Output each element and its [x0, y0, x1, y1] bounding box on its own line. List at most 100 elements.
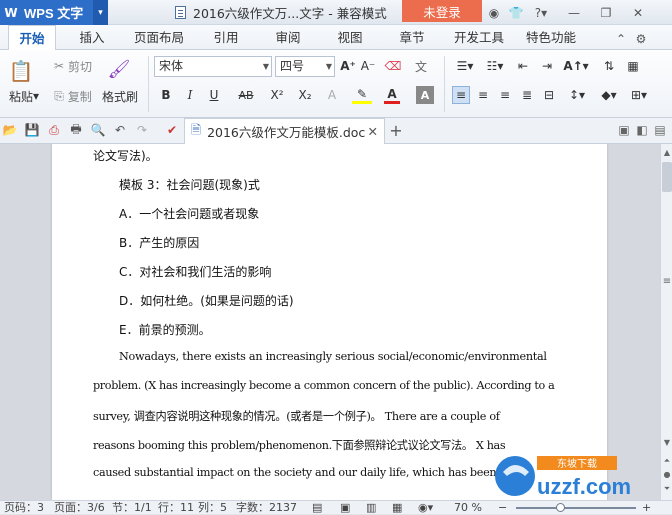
paste-button[interactable]: 粘贴 ▾	[4, 88, 44, 104]
login-button[interactable]: 未登录	[402, 0, 482, 22]
align-center-icon[interactable]: ≡	[474, 86, 492, 104]
ribbon: 📋 粘贴 ▾ ✂ 剪切 ⎘ 复制 🖌 格式刷 宋体 ▼ 四号 ▼ A⁺ A⁻ ⌫ 文 …	[0, 50, 672, 118]
undo-icon[interactable]: ↶	[112, 122, 128, 138]
document-tab[interactable]: 🗎 2016六级作文万能模板.doc ✕	[184, 118, 385, 144]
shirt-icon[interactable]: 👕	[508, 3, 524, 22]
close-tab-icon[interactable]: ✕	[368, 124, 378, 139]
tab-page-layout[interactable]: 页面布局	[128, 25, 190, 50]
justify-icon[interactable]: ≣	[518, 86, 536, 104]
tab-features[interactable]: 特色功能	[520, 25, 582, 50]
vertical-scrollbar[interactable]: ▲ ≡ ▼ ⏶ ● ⏷	[660, 144, 672, 500]
sort-icon[interactable]: ⇅	[600, 57, 618, 75]
doc-line: 模板 3：社会问题(现象)式	[119, 178, 260, 192]
settings-icon[interactable]: ⚙	[634, 29, 648, 48]
backup-icon[interactable]: ◧	[634, 122, 650, 138]
zoom-slider[interactable]	[516, 507, 636, 509]
status-words[interactable]: 字数：2137	[236, 501, 297, 515]
chevron-down-icon[interactable]: ▾	[93, 0, 108, 25]
align-left-icon[interactable]: ≡	[452, 86, 470, 104]
zoom-slider-thumb[interactable]	[556, 503, 565, 512]
shrink-font-icon[interactable]: A⁻	[360, 57, 376, 75]
highlight-icon[interactable]: ✎	[352, 86, 372, 104]
text-direction-icon[interactable]: A↑▾	[562, 57, 590, 75]
outline-view-icon[interactable]: ▥	[366, 501, 376, 515]
pinyin-icon[interactable]: 文	[410, 57, 432, 75]
tab-review[interactable]: 审阅	[264, 25, 312, 50]
export-pdf-icon[interactable]: ⎙	[46, 122, 62, 138]
page-view-icon[interactable]: ▣	[340, 501, 350, 515]
tab-references[interactable]: 引用	[202, 25, 250, 50]
scroll-thumb[interactable]	[662, 162, 672, 192]
scroll-down-icon[interactable]: ▼	[662, 438, 672, 447]
font-color-icon[interactable]: A	[384, 86, 400, 104]
restore-icon[interactable]: ❐	[598, 3, 614, 22]
char-shading-icon[interactable]: A	[416, 86, 434, 104]
grow-font-icon[interactable]: A⁺	[340, 57, 356, 75]
print-preview-icon[interactable]: 🔍	[90, 122, 106, 138]
copy-button[interactable]: ⎘ 复制	[48, 88, 98, 104]
doc-line: A．一个社会问题或者现象	[119, 207, 260, 221]
window-mode-icon[interactable]: ▣	[616, 122, 632, 138]
help-icon[interactable]: ?▾	[530, 3, 552, 22]
clipboard-icon[interactable]: 📋	[6, 56, 36, 86]
tab-insert[interactable]: 插入	[68, 25, 116, 50]
scroll-up-icon[interactable]: ▲	[662, 148, 672, 157]
minimize-icon[interactable]: —	[566, 3, 582, 22]
skin-icon[interactable]: ◉	[486, 3, 502, 22]
tab-home[interactable]: 开始	[8, 25, 56, 51]
doc-line: C．对社会和我们生活的影响	[119, 265, 272, 279]
font-size-select[interactable]: 四号 ▼	[275, 56, 335, 77]
font-name-select[interactable]: 宋体 ▼	[154, 56, 272, 77]
align-right-icon[interactable]: ≡	[496, 86, 514, 104]
print-icon[interactable]: 🖶	[68, 122, 84, 138]
new-tab-icon[interactable]: +	[388, 121, 404, 140]
superscript-button[interactable]: X²	[266, 86, 288, 104]
shading-icon[interactable]: ◆▾	[596, 86, 622, 104]
bold-button[interactable]: B	[158, 86, 174, 104]
document-page[interactable]: 论文写法)。 模板 3：社会问题(现象)式 A．一个社会问题或者现象 B．产生的…	[52, 144, 607, 500]
subscript-button[interactable]: X₂	[294, 86, 316, 104]
tab-developer[interactable]: 开发工具	[448, 25, 510, 50]
scroll-marker-icon[interactable]: ≡	[662, 276, 672, 287]
spellcheck-icon[interactable]: ▤	[312, 501, 322, 515]
open-folder-icon[interactable]: 📂	[2, 122, 18, 138]
italic-button[interactable]: I	[182, 86, 198, 104]
eye-protect-icon[interactable]: ◉▾	[418, 501, 433, 515]
strikethrough-button[interactable]: AB	[234, 86, 258, 104]
doc-line: B．产生的原因	[119, 236, 200, 250]
format-painter-button[interactable]: 格式刷	[98, 88, 142, 104]
status-page-num: 页码：3	[4, 501, 44, 514]
font-name-value: 宋体	[159, 59, 184, 73]
borders-icon[interactable]: ⊞▾	[626, 86, 652, 104]
app-menu-button[interactable]: W WPS 文字 ▾	[0, 0, 108, 25]
line-spacing-icon[interactable]: ↕▾	[564, 86, 590, 104]
tab-section[interactable]: 章节	[388, 25, 436, 50]
distribute-icon[interactable]: ⊟	[540, 86, 558, 104]
wps-logo-icon: W	[4, 5, 18, 20]
cut-button[interactable]: ✂ 剪切	[48, 58, 98, 74]
tab-view[interactable]: 视图	[326, 25, 374, 50]
zoom-in-icon[interactable]: +	[642, 501, 651, 515]
bullet-list-icon[interactable]: ☰▾	[452, 57, 478, 75]
decrease-indent-icon[interactable]: ⇤	[514, 57, 532, 75]
app-name: WPS 文字	[24, 6, 84, 21]
underline-button[interactable]: U	[206, 86, 222, 104]
save-icon[interactable]: 💾	[24, 122, 40, 138]
close-icon[interactable]: ✕	[630, 3, 646, 22]
collapse-ribbon-icon[interactable]: ⌃	[614, 29, 628, 48]
increase-indent-icon[interactable]: ⇥	[538, 57, 556, 75]
window-title: 2016六级作文万...文字 - 兼容模式	[175, 0, 387, 25]
table-icon[interactable]: ▦	[624, 57, 642, 75]
pin-icon[interactable]: ✔	[164, 122, 180, 138]
clear-format-icon[interactable]: ⌫	[384, 57, 402, 75]
redo-icon[interactable]: ↷	[134, 122, 150, 138]
web-view-icon[interactable]: ▦	[392, 501, 402, 515]
numbered-list-icon[interactable]: ☷▾	[482, 57, 508, 75]
sidebar-toggle-icon[interactable]: ▤	[652, 122, 668, 138]
doc-line: reasons booming this problem/phenomenon.…	[93, 439, 506, 452]
text-effect-icon[interactable]: A	[324, 86, 340, 104]
format-painter-icon[interactable]: 🖌	[104, 56, 134, 82]
zoom-level[interactable]: 70 %	[454, 501, 482, 515]
zoom-out-icon[interactable]: −	[498, 501, 507, 515]
window-title-text: 2016六级作文万...文字 - 兼容模式	[193, 6, 387, 21]
